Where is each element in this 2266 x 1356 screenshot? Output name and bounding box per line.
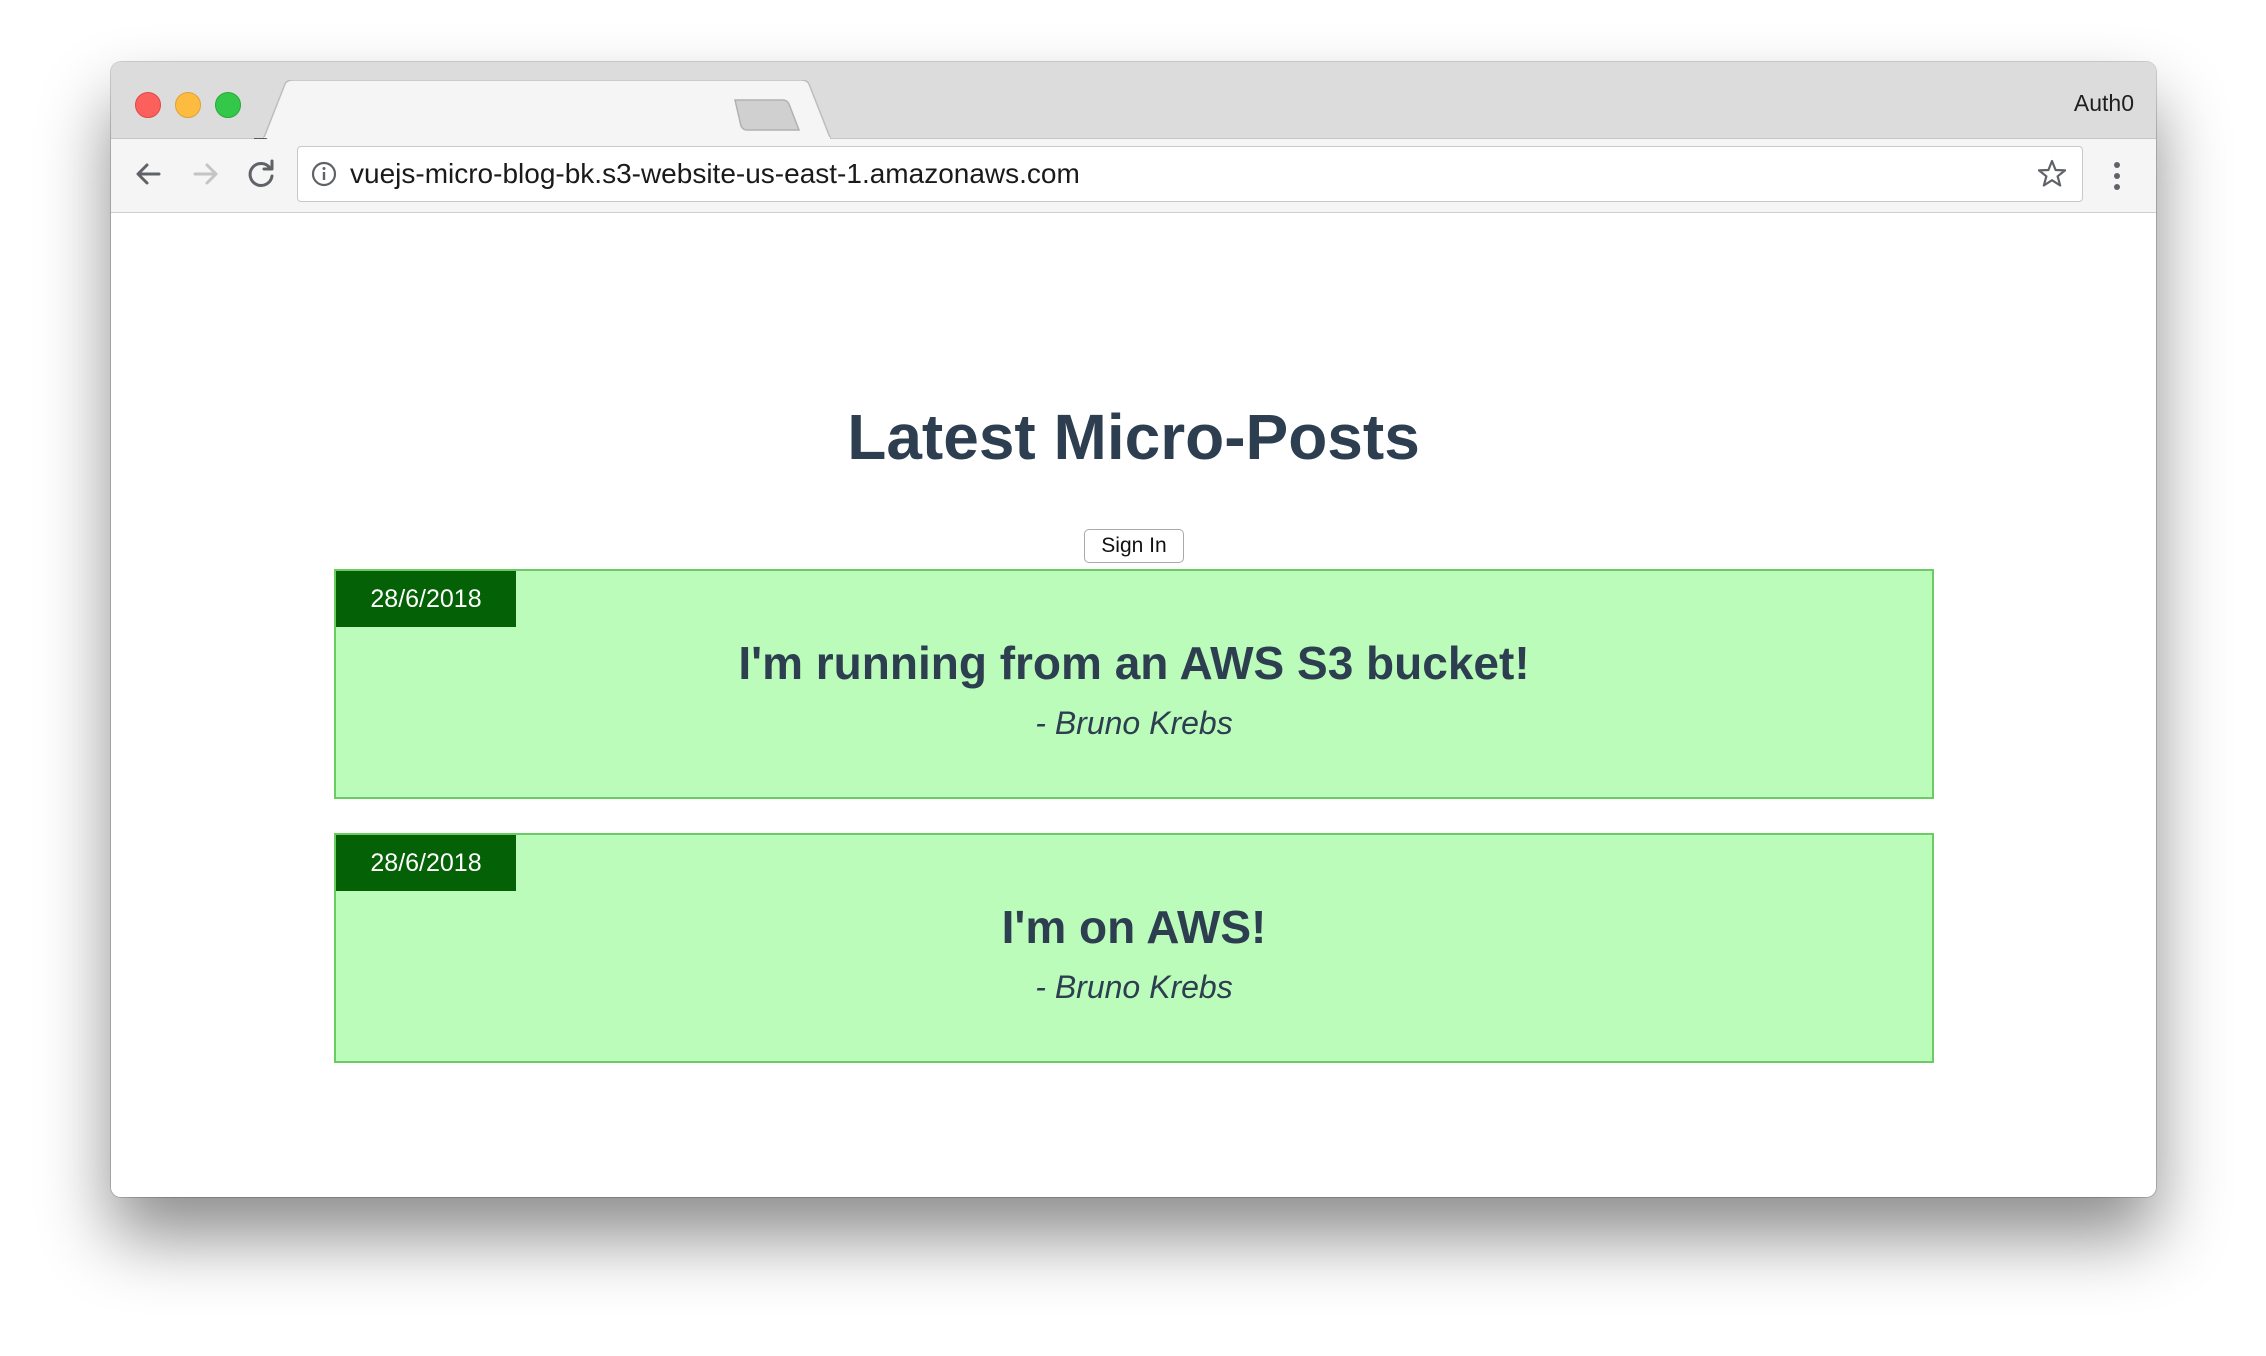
forward-button[interactable] xyxy=(185,154,225,194)
post-card: 28/6/2018 I'm running from an AWS S3 buc… xyxy=(334,569,1934,799)
star-icon[interactable] xyxy=(2036,158,2068,190)
arrow-right-icon xyxy=(193,163,218,185)
post-text: I'm on AWS! xyxy=(1001,901,1267,953)
sign-in-button[interactable]: Sign In xyxy=(1084,529,1184,563)
close-window-button[interactable] xyxy=(135,92,161,118)
address-bar[interactable]: vuejs-micro-blog-bk.s3-website-us-east-1… xyxy=(297,146,2083,202)
tab-strip: vuejs-micro-blog-engine × Auth0 xyxy=(111,62,2156,164)
toolbar: vuejs-micro-blog-bk.s3-website-us-east-1… xyxy=(111,139,2156,213)
post-text: I'm running from an AWS S3 bucket! xyxy=(738,637,1530,689)
minimize-window-button[interactable] xyxy=(175,92,201,118)
page-content: Latest Micro-Posts Sign In 28/6/2018 I'm… xyxy=(111,213,2156,1197)
arrow-left-icon xyxy=(136,163,161,185)
address-url[interactable]: vuejs-micro-blog-bk.s3-website-us-east-1… xyxy=(350,158,1080,190)
info-icon[interactable] xyxy=(310,160,338,188)
reload-button[interactable] xyxy=(241,154,281,194)
post-card: 28/6/2018 I'm on AWS! - Bruno Krebs xyxy=(334,833,1934,1063)
page-title: Latest Micro-Posts xyxy=(847,401,1420,473)
post-date-badge: 28/6/2018 xyxy=(336,571,516,627)
browser-window: vuejs-micro-blog-engine × Auth0 xyxy=(111,62,2156,1197)
vertical-dots-icon[interactable] xyxy=(2107,156,2127,196)
back-button[interactable] xyxy=(129,154,169,194)
profile-name[interactable]: Auth0 xyxy=(2074,90,2134,117)
zoom-window-button[interactable] xyxy=(215,92,241,118)
new-tab-button[interactable] xyxy=(733,98,803,132)
post-author: - Bruno Krebs xyxy=(1035,705,1233,741)
screenshot-stage: vuejs-micro-blog-engine × Auth0 xyxy=(0,0,2266,1356)
post-date-badge: 28/6/2018 xyxy=(336,835,516,891)
reload-icon xyxy=(248,159,274,187)
post-author: - Bruno Krebs xyxy=(1035,969,1233,1005)
